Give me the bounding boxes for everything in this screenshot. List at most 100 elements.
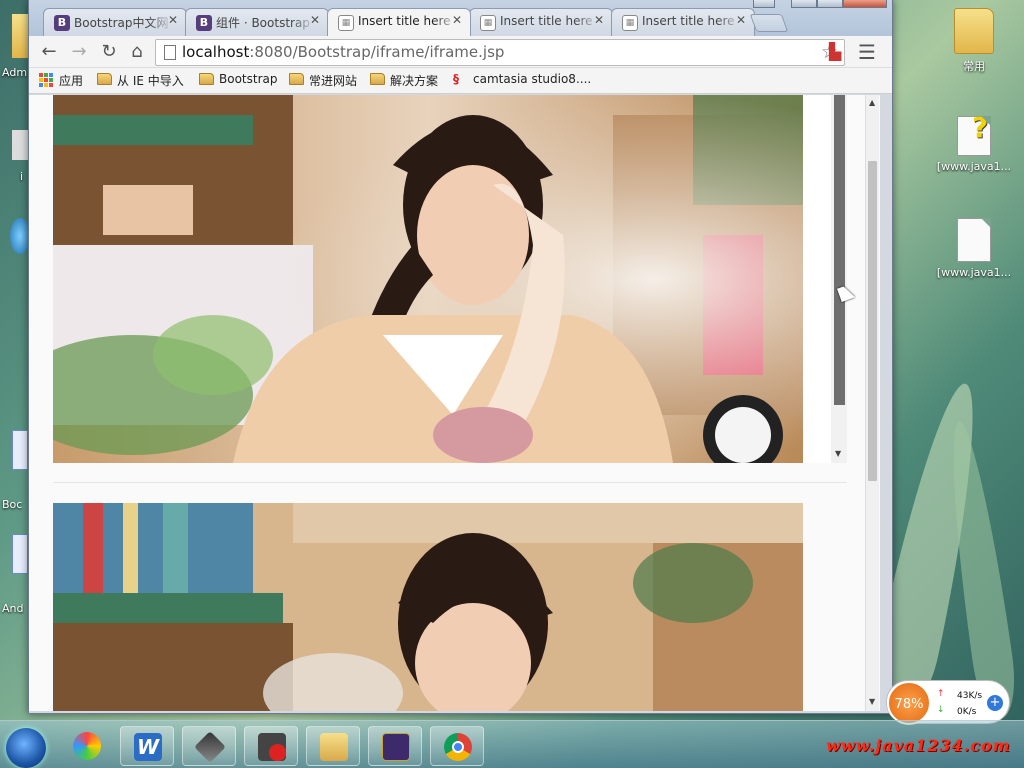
- settings-icon[interactable]: [753, 0, 775, 8]
- scroll-down-arrow-icon[interactable]: ▼: [835, 449, 841, 458]
- iframe-embedded-page: ▼: [53, 95, 847, 463]
- taskbar-app-colorful[interactable]: [60, 726, 114, 766]
- wps-writer-icon: W: [134, 733, 162, 761]
- taskbar-app-chrome[interactable]: [430, 726, 484, 766]
- page-viewport: ▼: [29, 95, 880, 711]
- computer-icon[interactable]: [12, 130, 28, 160]
- browser-toolbar: ← → ↻ ⌂ localhost:8080/Bootstrap/iframe/…: [29, 36, 892, 68]
- bootstrap-icon: B: [54, 15, 70, 31]
- tab-components[interactable]: B 组件 · Bootstrap ✕: [185, 8, 329, 36]
- girl-photo-image: [53, 95, 803, 463]
- close-icon[interactable]: ✕: [310, 13, 320, 27]
- bookmark-folder[interactable]: 解决方案: [370, 72, 438, 89]
- bookmark-folder[interactable]: 常进网站: [289, 72, 357, 89]
- girl-photo-image: [53, 503, 803, 711]
- network-monitor-widget[interactable]: 78% ↑ ↓ 43K/s 0K/s +: [886, 680, 1010, 725]
- minimize-button[interactable]: [791, 0, 817, 8]
- bookmark-label: Bootstrap: [219, 72, 278, 86]
- upload-arrow-icon: ↑: [937, 689, 945, 699]
- app-icon: [73, 732, 101, 760]
- bookmark-label: 应用: [59, 74, 84, 88]
- folder-icon: [97, 73, 112, 85]
- iframe-scrollbar[interactable]: ▼: [831, 95, 847, 463]
- bookmark-folder[interactable]: Bootstrap: [199, 72, 277, 86]
- home-icon[interactable]: ⌂: [125, 40, 149, 64]
- taskbar-app-camtasia[interactable]: [182, 726, 236, 766]
- forward-icon[interactable]: →: [67, 40, 91, 64]
- tab-label: Insert title here: [642, 14, 735, 28]
- bookmark-folder[interactable]: 从 IE 中导入: [97, 72, 184, 89]
- scroll-up-arrow-icon[interactable]: ▲: [869, 98, 875, 107]
- folder-icon: [954, 8, 994, 54]
- plus-icon[interactable]: +: [987, 695, 1003, 711]
- back-icon[interactable]: ←: [37, 40, 61, 64]
- bootstrap-icon: B: [196, 15, 212, 31]
- close-window-button[interactable]: [843, 0, 887, 8]
- camtasia-icon: [194, 731, 226, 763]
- shortcut-icon[interactable]: [12, 430, 28, 470]
- page-icon: ▦: [480, 15, 496, 31]
- desktop-label: i: [20, 170, 24, 183]
- scroll-down-arrow-icon[interactable]: ▼: [869, 697, 875, 706]
- javaee-ide-icon: [382, 733, 410, 761]
- menu-icon[interactable]: ☰: [855, 40, 879, 64]
- watermark-text: www.java1234.com: [826, 736, 1011, 755]
- page-icon: ▦: [622, 15, 638, 31]
- close-icon[interactable]: ✕: [452, 13, 462, 27]
- new-tab-button[interactable]: [749, 14, 789, 32]
- divider: [53, 482, 847, 483]
- tab-bootstrap-cn[interactable]: B Bootstrap中文网 ✕: [43, 8, 187, 36]
- taskbar-app-word[interactable]: W: [120, 726, 174, 766]
- upload-speed: 43K/s: [957, 691, 983, 701]
- taskbar-app-explorer[interactable]: [306, 726, 360, 766]
- tab-insert-title[interactable]: ▦ Insert title here ✕: [611, 8, 755, 36]
- tab-insert-title[interactable]: ▦ Insert title here ✕: [469, 8, 613, 36]
- network-icon[interactable]: [10, 218, 28, 254]
- shortcut-icon[interactable]: [12, 534, 28, 574]
- camtasia-icon: §: [453, 72, 459, 86]
- close-icon[interactable]: ✕: [736, 13, 746, 27]
- scrollbar-thumb[interactable]: [834, 95, 845, 405]
- tab-label: 组件 · Bootstrap: [216, 16, 310, 30]
- help-file-icon: ?: [957, 111, 991, 156]
- maximize-button[interactable]: [817, 0, 843, 8]
- folder-icon[interactable]: [12, 14, 28, 58]
- scrollbar-thumb[interactable]: [868, 161, 877, 481]
- address-bar[interactable]: localhost:8080/Bootstrap/iframe/iframe.j…: [155, 39, 845, 66]
- close-icon[interactable]: ✕: [168, 13, 178, 27]
- document-icon: [957, 218, 991, 262]
- desktop-icon-folder[interactable]: 常用: [934, 8, 1014, 74]
- bookmark-label: camtasia studio8....: [473, 72, 592, 86]
- desktop-label: Boc: [2, 498, 23, 511]
- bookmark-camtasia[interactable]: § camtasia studio8....: [453, 72, 591, 86]
- taskbar-app-recorder[interactable]: [244, 726, 298, 766]
- bookmark-label: 常进网站: [309, 74, 358, 88]
- desktop-icon-help-doc[interactable]: ? [www.java1...: [934, 111, 1014, 173]
- iframe-embedded-page-2: [53, 503, 803, 711]
- bookmark-apps[interactable]: 应用: [39, 72, 83, 89]
- tab-strip: B Bootstrap中文网 ✕ B 组件 · Bootstrap ✕ ▦ In…: [29, 0, 892, 36]
- download-arrow-icon: ↓: [937, 705, 945, 715]
- extension-icon[interactable]: ▙: [823, 40, 847, 64]
- close-icon[interactable]: ✕: [594, 13, 604, 27]
- desktop-icon-label: [www.java1...: [936, 266, 1012, 279]
- folder-icon: [199, 73, 214, 85]
- tab-insert-title-active[interactable]: ▦ Insert title here ✕: [327, 8, 471, 36]
- desktop-label: And: [2, 602, 24, 615]
- folder-icon: [370, 73, 385, 85]
- address-path: :8080/Bootstrap/iframe/iframe.jsp: [249, 43, 505, 61]
- folder-icon: [289, 73, 304, 85]
- bookmark-label: 从 IE 中导入: [117, 74, 184, 88]
- tab-label: Bootstrap中文网: [74, 16, 169, 30]
- taskbar-app-javaee[interactable]: [368, 726, 422, 766]
- tab-label: Insert title here: [358, 14, 451, 28]
- bookmark-label: 解决方案: [390, 74, 439, 88]
- start-button[interactable]: [6, 728, 46, 768]
- desktop-icon-blank-doc[interactable]: [www.java1...: [934, 218, 1014, 279]
- page-scrollbar[interactable]: ▲ ▼: [865, 95, 879, 711]
- reload-icon[interactable]: ↻: [97, 40, 121, 64]
- desktop-icon-label: 常用: [963, 60, 985, 73]
- apps-icon: [39, 73, 53, 87]
- desktop-icon-label: [www.java1...: [936, 160, 1012, 173]
- recorder-icon: [258, 733, 286, 761]
